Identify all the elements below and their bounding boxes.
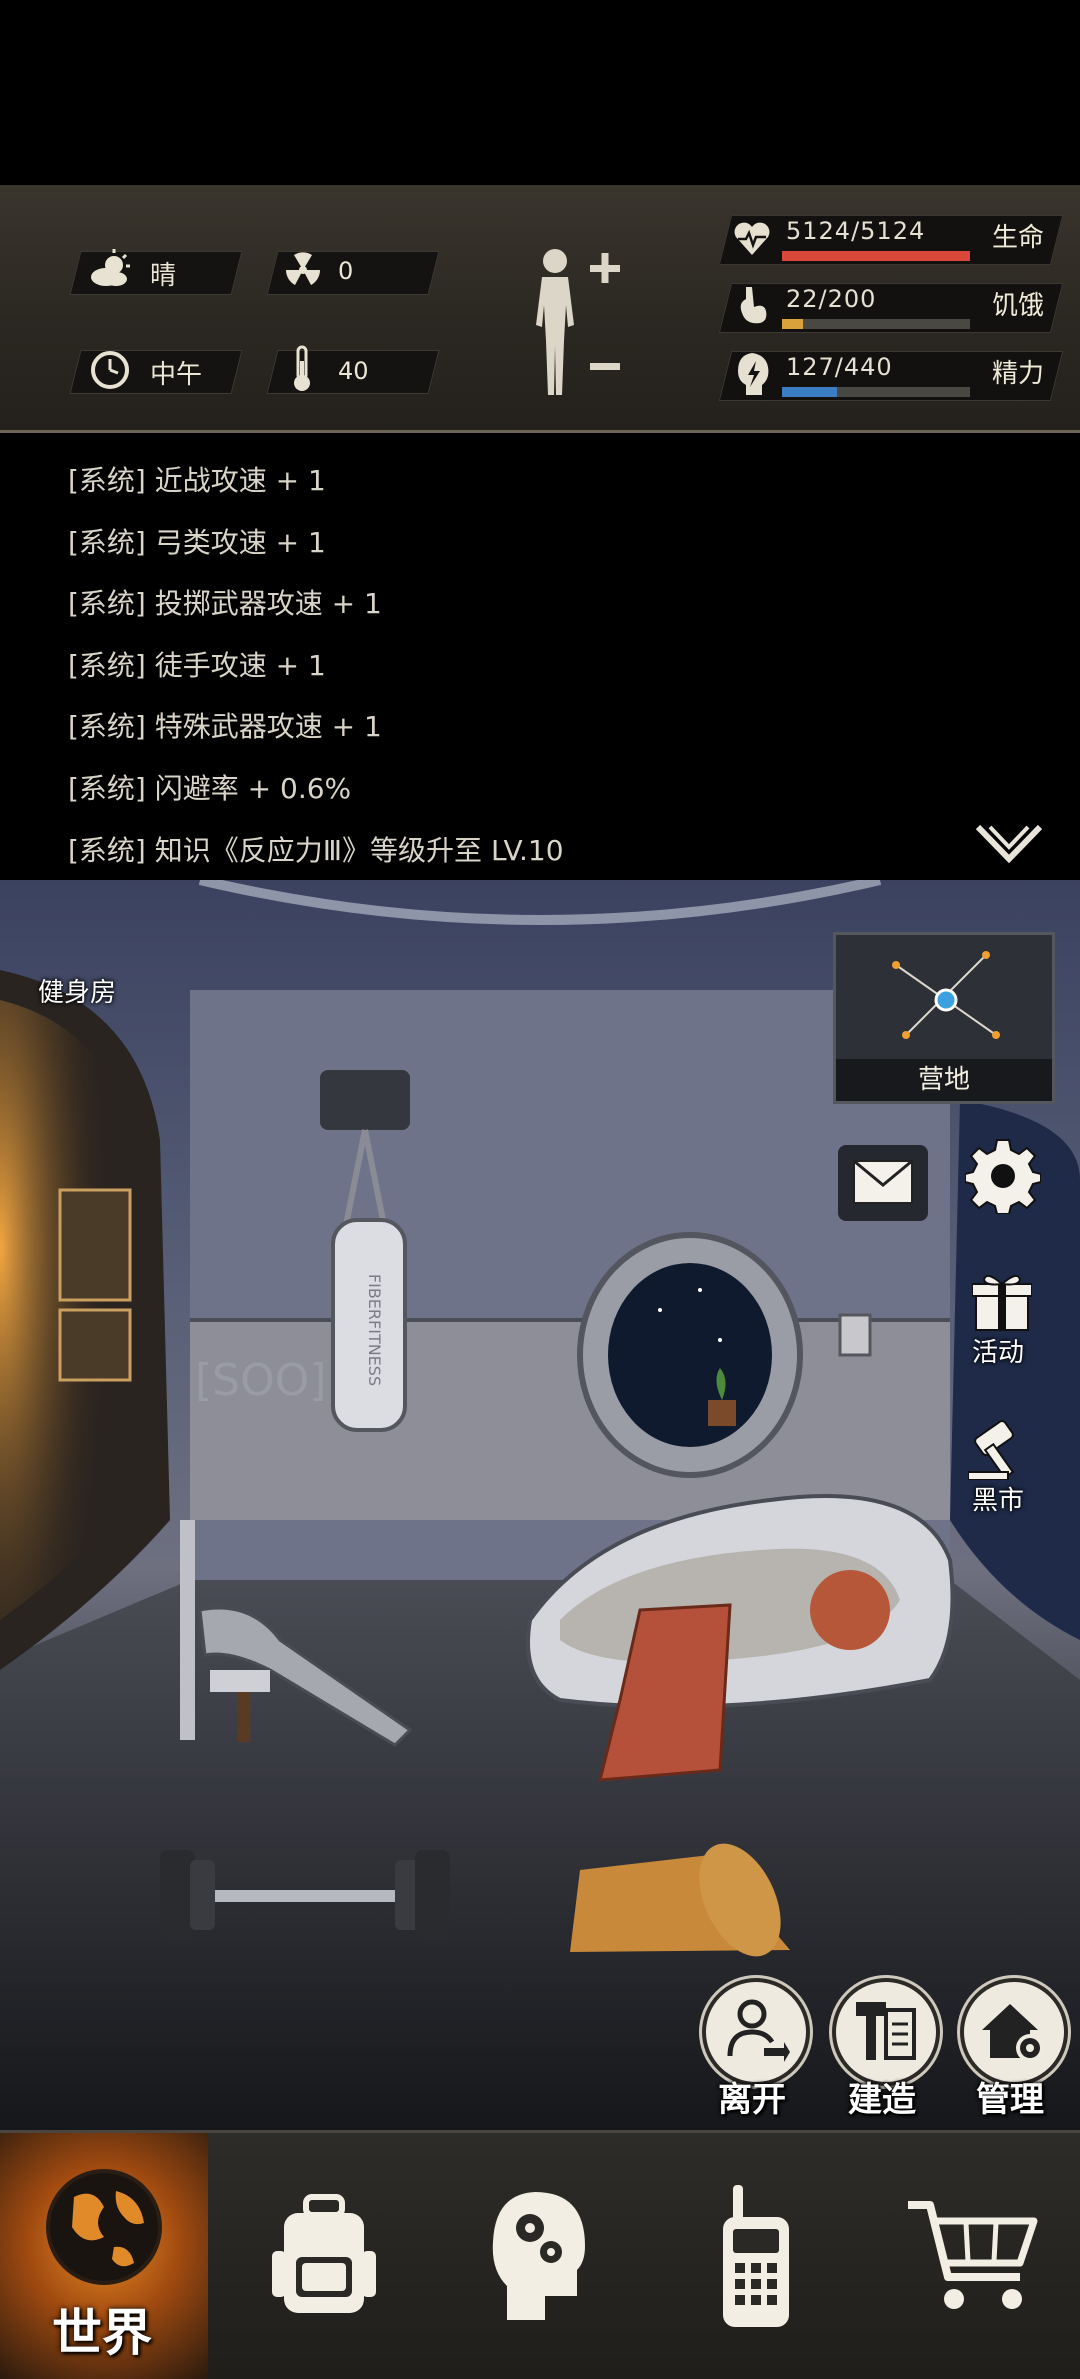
hammer-icon <box>856 2002 916 2060</box>
nav-world[interactable]: 世界 <box>0 2133 208 2379</box>
nav-radio[interactable] <box>648 2133 864 2379</box>
mail-button[interactable] <box>838 1145 928 1221</box>
energy-bar <box>782 387 970 397</box>
health-value: 5124/5124 <box>786 217 926 245</box>
hunger-bar-fill <box>782 319 803 329</box>
thermometer-icon <box>294 345 310 391</box>
weather-value: 晴 <box>150 261 177 291</box>
leave-button[interactable]: 离开 <box>702 1978 812 2128</box>
log-line: [系统] 近战攻速 + 1 <box>68 464 326 497</box>
black-market-label: 黑市 <box>972 1486 1025 1516</box>
log-line: [系统] 闪避率 + 0.6% <box>68 772 352 805</box>
minimap-graph <box>892 951 1000 1039</box>
cart-icon <box>908 2201 1038 2309</box>
energy-label: 精力 <box>992 359 1045 389</box>
radiation-value: 0 <box>338 257 354 285</box>
sun-cloud-icon <box>91 249 130 286</box>
gift-icon <box>972 1274 1032 1331</box>
build-button[interactable]: 建造 <box>832 1978 942 2128</box>
minimap[interactable]: 营地 <box>833 932 1055 1104</box>
stomach-icon <box>740 287 767 324</box>
log-line: [系统] 弓类攻速 + 1 <box>68 526 326 559</box>
bottom-nav: 世界 <box>0 2130 1080 2379</box>
globe-icon <box>46 2169 162 2285</box>
clock-icon <box>91 351 129 389</box>
nav-skills[interactable] <box>432 2133 648 2379</box>
manage-button[interactable]: 管理 <box>960 1978 1070 2128</box>
leave-label: 离开 <box>718 2080 786 2120</box>
nav-world-label: 世界 <box>52 2304 152 2362</box>
brain-icon <box>492 2192 585 2320</box>
gavel-icon <box>968 1420 1015 1480</box>
nav-inventory[interactable] <box>216 2133 432 2379</box>
heart-icon <box>734 222 770 255</box>
hunger-value: 22/200 <box>786 285 877 313</box>
body-icon[interactable] <box>520 245 630 405</box>
build-label: 建造 <box>848 2080 916 2120</box>
gear-icon[interactable] <box>965 1138 1041 1214</box>
nav-shop[interactable] <box>864 2133 1080 2379</box>
status-bar: 晴 0 中午 40 5124/5124 生命 22/200 饥饿 127/440… <box>0 185 1080 433</box>
room-name: 健身房 <box>38 978 117 1008</box>
hunger-bar <box>782 319 970 329</box>
log-line: [系统] 特殊武器攻速 + 1 <box>68 710 382 743</box>
energy-bar-fill <box>782 387 837 397</box>
time-value: 中午 <box>150 360 203 390</box>
log-line: [系统] 投掷武器攻速 + 1 <box>68 587 382 620</box>
mail-icon <box>853 1159 913 1204</box>
collapse-chevron-icon[interactable] <box>972 819 1046 869</box>
person-exit-icon <box>727 1999 790 2062</box>
log-line: [系统] 知识《反应力Ⅲ》等级升至 LV.10 <box>68 834 564 867</box>
energy-value: 127/440 <box>786 353 893 381</box>
black-market-button[interactable]: 黑市 <box>962 1418 1042 1528</box>
message-log[interactable]: [系统] 近战攻速 + 1 [系统] 弓类攻速 + 1 [系统] 投掷武器攻速 … <box>0 433 1080 878</box>
backpack-icon <box>272 2194 376 2313</box>
minimap-label: 营地 <box>836 1059 1052 1101</box>
health-label: 生命 <box>992 223 1045 253</box>
svg-text:FIBERFITNESS: FIBERFITNESS <box>365 1274 384 1386</box>
house-gear-icon <box>982 2004 1044 2062</box>
radiation-icon <box>286 252 320 285</box>
health-bar <box>782 251 970 261</box>
health-bar-fill <box>782 251 970 261</box>
gym-room-scene[interactable]: FIBERFITNESS [SOO] 健身房 营地 活动 黑市 离开 建造 管理 <box>0 880 1080 2130</box>
temperature-value: 40 <box>338 357 369 385</box>
wall-print: [SOO] <box>195 1355 327 1406</box>
radio-icon <box>723 2185 789 2327</box>
log-line: [系统] 徒手攻速 + 1 <box>68 649 326 682</box>
manage-label: 管理 <box>976 2080 1044 2120</box>
event-button[interactable]: 活动 <box>962 1270 1042 1380</box>
hunger-label: 饥饿 <box>992 291 1045 321</box>
energy-icon <box>738 353 769 395</box>
event-label: 活动 <box>972 1338 1025 1368</box>
